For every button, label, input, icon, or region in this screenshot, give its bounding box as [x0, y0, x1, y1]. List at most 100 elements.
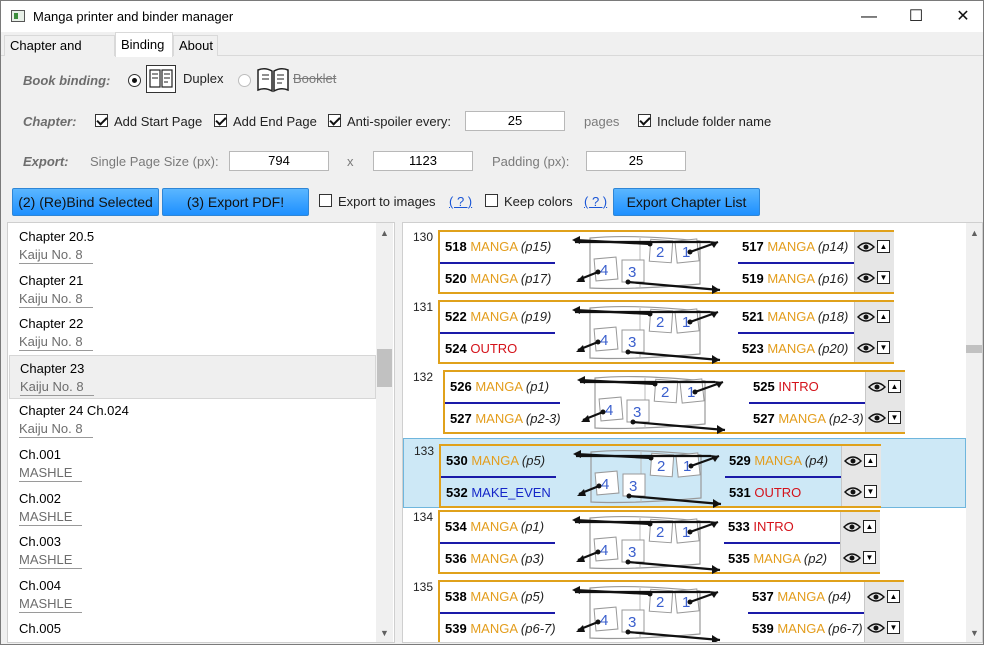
padding-input[interactable]: 25: [586, 151, 686, 171]
move-down-icon[interactable]: ▼: [887, 621, 900, 634]
tab-chapter-and-files[interactable]: Chapter and Files: [4, 35, 115, 72]
scroll-down-icon[interactable]: ▼: [376, 625, 393, 642]
page-type: MANGA: [475, 411, 523, 426]
preview-scroll-thumb[interactable]: [966, 345, 982, 353]
export-chapter-list-button[interactable]: Export Chapter List: [613, 188, 760, 216]
page-type: MANGA: [470, 309, 518, 324]
eye-icon[interactable]: [842, 521, 862, 535]
anti-spoiler-input[interactable]: 25: [465, 111, 565, 131]
chapter-list-item[interactable]: Chapter 24 Ch.024 Kaiju No. 8: [9, 398, 376, 442]
sheet-controls: ▲ ▼: [840, 512, 880, 572]
eye-icon[interactable]: [842, 552, 862, 566]
sheet-row[interactable]: 131 522 MANGA (p19) 524 OUTRO 4 3 2 1 521 MANG…: [403, 295, 966, 364]
booklet-radio[interactable]: [238, 74, 251, 87]
page-type: MANGA: [470, 239, 518, 254]
chapter-manga: MASHLE: [19, 596, 83, 613]
keep-colors-help-link[interactable]: ( ? ): [584, 194, 607, 209]
eye-icon[interactable]: [866, 591, 886, 605]
page-width-input[interactable]: 794: [229, 151, 329, 171]
page-height-input[interactable]: 1123: [373, 151, 473, 171]
tab-binding[interactable]: Binding: [115, 32, 173, 57]
page-part: (p18): [817, 309, 849, 324]
page-divider: [738, 332, 854, 334]
page-part: (p15): [520, 239, 552, 254]
chapter-list[interactable]: Chapter 20.5 Kaiju No. 8 Chapter 21 Kaiju N…: [7, 222, 395, 643]
add-start-page-checkbox[interactable]: [95, 114, 108, 127]
chapter-list-item[interactable]: Ch.004 MASHLE: [9, 573, 376, 617]
sheet-row[interactable]: 132 526 MANGA (p1) 527 MANGA (p2-3) 4 3 2 1 525…: [403, 365, 966, 434]
move-down-icon[interactable]: ▼: [877, 271, 890, 284]
scroll-down-icon[interactable]: ▼: [966, 625, 982, 642]
sheet-row[interactable]: 134 534 MANGA (p1) 536 MANGA (p3) 4 3 2 1 533 I…: [403, 505, 966, 574]
binding-preview-scrollbar[interactable]: ▲ ▼: [966, 223, 982, 642]
eye-icon[interactable]: [843, 486, 863, 500]
move-up-icon[interactable]: ▲: [863, 520, 876, 533]
minimize-button[interactable]: —: [846, 1, 892, 32]
export-images-help-link[interactable]: ( ? ): [449, 194, 472, 209]
chapter-list-item[interactable]: Ch.005 MASHLE: [9, 616, 376, 642]
duplex-diagram: 4321: [550, 232, 730, 299]
chapter-list-item[interactable]: Ch.003 MASHLE: [9, 529, 376, 573]
sheet-row[interactable]: 133 530 MANGA (p5) 532 MAKE_EVEN 4 3 2 1 529 M…: [403, 438, 966, 508]
chapter-list-item[interactable]: Chapter 20.5 Kaiju No. 8: [9, 224, 376, 268]
binding-preview-panel[interactable]: 130 518 MANGA (p15) 520 MANGA (p17) 4 3 2 1 517…: [402, 222, 983, 643]
add-end-page-checkbox[interactable]: [214, 114, 227, 127]
move-down-icon[interactable]: ▼: [863, 551, 876, 564]
diagram-number-2: 2: [657, 458, 665, 475]
eye-icon[interactable]: [866, 622, 886, 636]
duplex-radio[interactable]: [128, 74, 141, 87]
chapter-list-scrollbar[interactable]: ▲ ▼: [376, 223, 393, 642]
rebind-selected-button[interactable]: (2) (Re)Bind Selected: [12, 188, 159, 216]
page-number: 531: [729, 485, 751, 500]
eye-icon[interactable]: [843, 455, 863, 469]
page-entry: 539 MANGA (p6-7): [752, 621, 863, 636]
page-type: MANGA: [754, 453, 802, 468]
page-divider: [440, 262, 555, 264]
page-entry: 536 MANGA (p3): [445, 551, 544, 566]
tab-about[interactable]: About: [173, 35, 218, 56]
eye-icon[interactable]: [856, 272, 876, 286]
page-number: 533: [728, 519, 750, 534]
diagram-number-4: 4: [600, 262, 608, 279]
export-pdf-button[interactable]: (3) Export PDF!: [162, 188, 309, 216]
export-to-images-checkbox[interactable]: [319, 194, 332, 207]
diagram-number-3: 3: [628, 544, 636, 561]
move-down-icon[interactable]: ▼: [888, 411, 901, 424]
page-number: 534: [445, 519, 467, 534]
eye-icon[interactable]: [856, 241, 876, 255]
chapter-list-scroll-thumb[interactable]: [377, 349, 392, 387]
scroll-up-icon[interactable]: ▲: [966, 225, 982, 242]
page-entry: 531 OUTRO: [729, 485, 801, 500]
chapter-list-item[interactable]: Chapter 22 Kaiju No. 8: [9, 311, 376, 355]
move-up-icon[interactable]: ▲: [877, 240, 890, 253]
move-down-icon[interactable]: ▼: [864, 485, 877, 498]
page-number: 530: [446, 453, 468, 468]
move-up-icon[interactable]: ▲: [887, 590, 900, 603]
diagram-number-2: 2: [656, 314, 664, 331]
page-number: 521: [742, 309, 764, 324]
move-up-icon[interactable]: ▲: [864, 454, 877, 467]
move-up-icon[interactable]: ▲: [877, 310, 890, 323]
sheet-row[interactable]: 135 538 MANGA (p5) 539 MANGA (p6-7) 4 3 2 1 537…: [403, 575, 966, 642]
move-up-icon[interactable]: ▲: [888, 380, 901, 393]
move-down-icon[interactable]: ▼: [877, 341, 890, 354]
close-button[interactable]: ✕: [940, 1, 984, 32]
eye-icon[interactable]: [856, 342, 876, 356]
eye-icon[interactable]: [867, 412, 887, 426]
chapter-list-item[interactable]: Ch.001 MASHLE: [9, 442, 376, 486]
eye-icon[interactable]: [856, 311, 876, 325]
page-type: MANGA: [767, 309, 815, 324]
anti-spoiler-checkbox[interactable]: [328, 114, 341, 127]
keep-colors-checkbox[interactable]: [485, 194, 498, 207]
scroll-up-icon[interactable]: ▲: [376, 225, 393, 242]
sheet-row[interactable]: 130 518 MANGA (p15) 520 MANGA (p17) 4 3 2 1 517…: [403, 225, 966, 294]
page-entry: 523 MANGA (p20): [742, 341, 848, 356]
chapter-manga: MASHLE: [19, 509, 83, 526]
include-folder-name-checkbox[interactable]: [638, 114, 651, 127]
chapter-list-item[interactable]: Chapter 21 Kaiju No. 8: [9, 268, 376, 312]
chapter-manga: MASHLE: [19, 465, 83, 482]
chapter-list-item[interactable]: Chapter 23 Kaiju No. 8: [9, 354, 376, 399]
eye-icon[interactable]: [867, 381, 887, 395]
maximize-button[interactable]: ☐: [893, 1, 939, 32]
chapter-list-item[interactable]: Ch.002 MASHLE: [9, 486, 376, 530]
